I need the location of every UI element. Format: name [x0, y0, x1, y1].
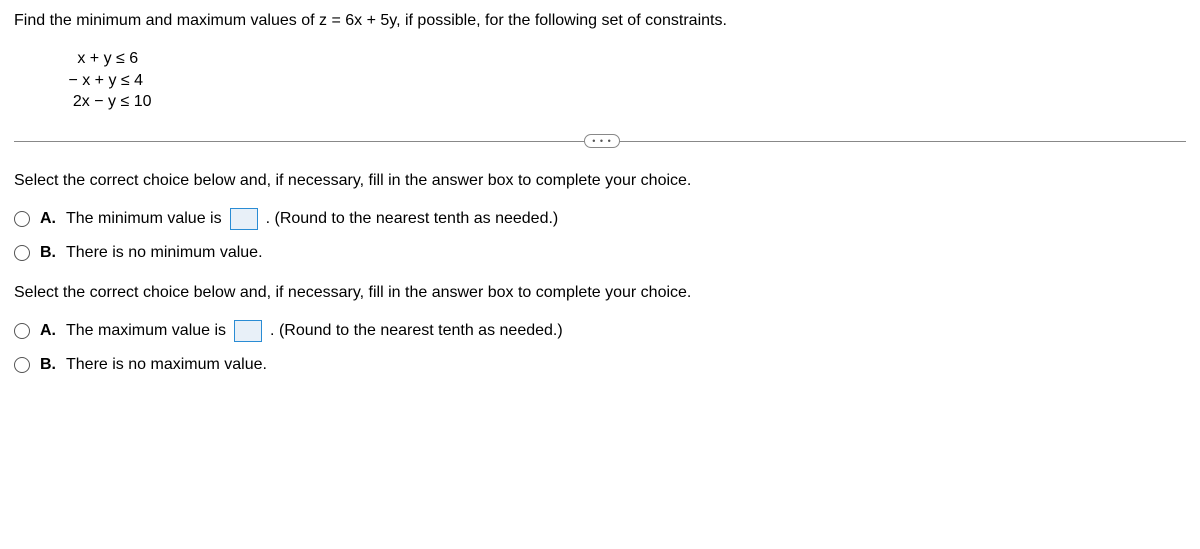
constraint-3: 2x − y ≤ 10	[64, 91, 1186, 113]
choice-2B-text: There is no maximum value.	[66, 356, 267, 374]
radio-1B[interactable]	[14, 245, 30, 261]
choice-2A-text-after: . (Round to the nearest tenth as needed.…	[270, 322, 563, 340]
choice-1A-text-before: The minimum value is	[66, 210, 222, 228]
choice-2B-row: B. There is no maximum value.	[14, 356, 1186, 374]
divider-container: • • •	[14, 141, 1186, 142]
constraint-1: x + y ≤ 6	[64, 48, 1186, 70]
choices-group-2: A. The maximum value is . (Round to the …	[14, 320, 1186, 374]
constraint-2: − x + y ≤ 4	[64, 70, 1186, 92]
choice-1B-row: B. There is no minimum value.	[14, 244, 1186, 262]
choice-1B-label: B.	[40, 244, 56, 262]
choice-2A-label: A.	[40, 322, 56, 340]
question-text: Find the minimum and maximum values of z…	[14, 12, 1186, 30]
radio-2A[interactable]	[14, 323, 30, 339]
choice-1A-text-after: . (Round to the nearest tenth as needed.…	[266, 210, 559, 228]
more-button[interactable]: • • •	[584, 134, 620, 148]
min-value-input[interactable]	[230, 208, 258, 230]
choices-group-1: A. The minimum value is . (Round to the …	[14, 208, 1186, 262]
instruction-2: Select the correct choice below and, if …	[14, 284, 1186, 302]
max-value-input[interactable]	[234, 320, 262, 342]
choice-1B-text: There is no minimum value.	[66, 244, 263, 262]
instruction-1: Select the correct choice below and, if …	[14, 172, 1186, 190]
choice-2A-text-before: The maximum value is	[66, 322, 226, 340]
radio-2B[interactable]	[14, 357, 30, 373]
constraints-block: x + y ≤ 6 − x + y ≤ 4 2x − y ≤ 10	[64, 48, 1186, 113]
choice-2A-row: A. The maximum value is . (Round to the …	[14, 320, 1186, 342]
choice-2B-label: B.	[40, 356, 56, 374]
choice-1A-row: A. The minimum value is . (Round to the …	[14, 208, 1186, 230]
choice-1A-label: A.	[40, 210, 56, 228]
radio-1A[interactable]	[14, 211, 30, 227]
